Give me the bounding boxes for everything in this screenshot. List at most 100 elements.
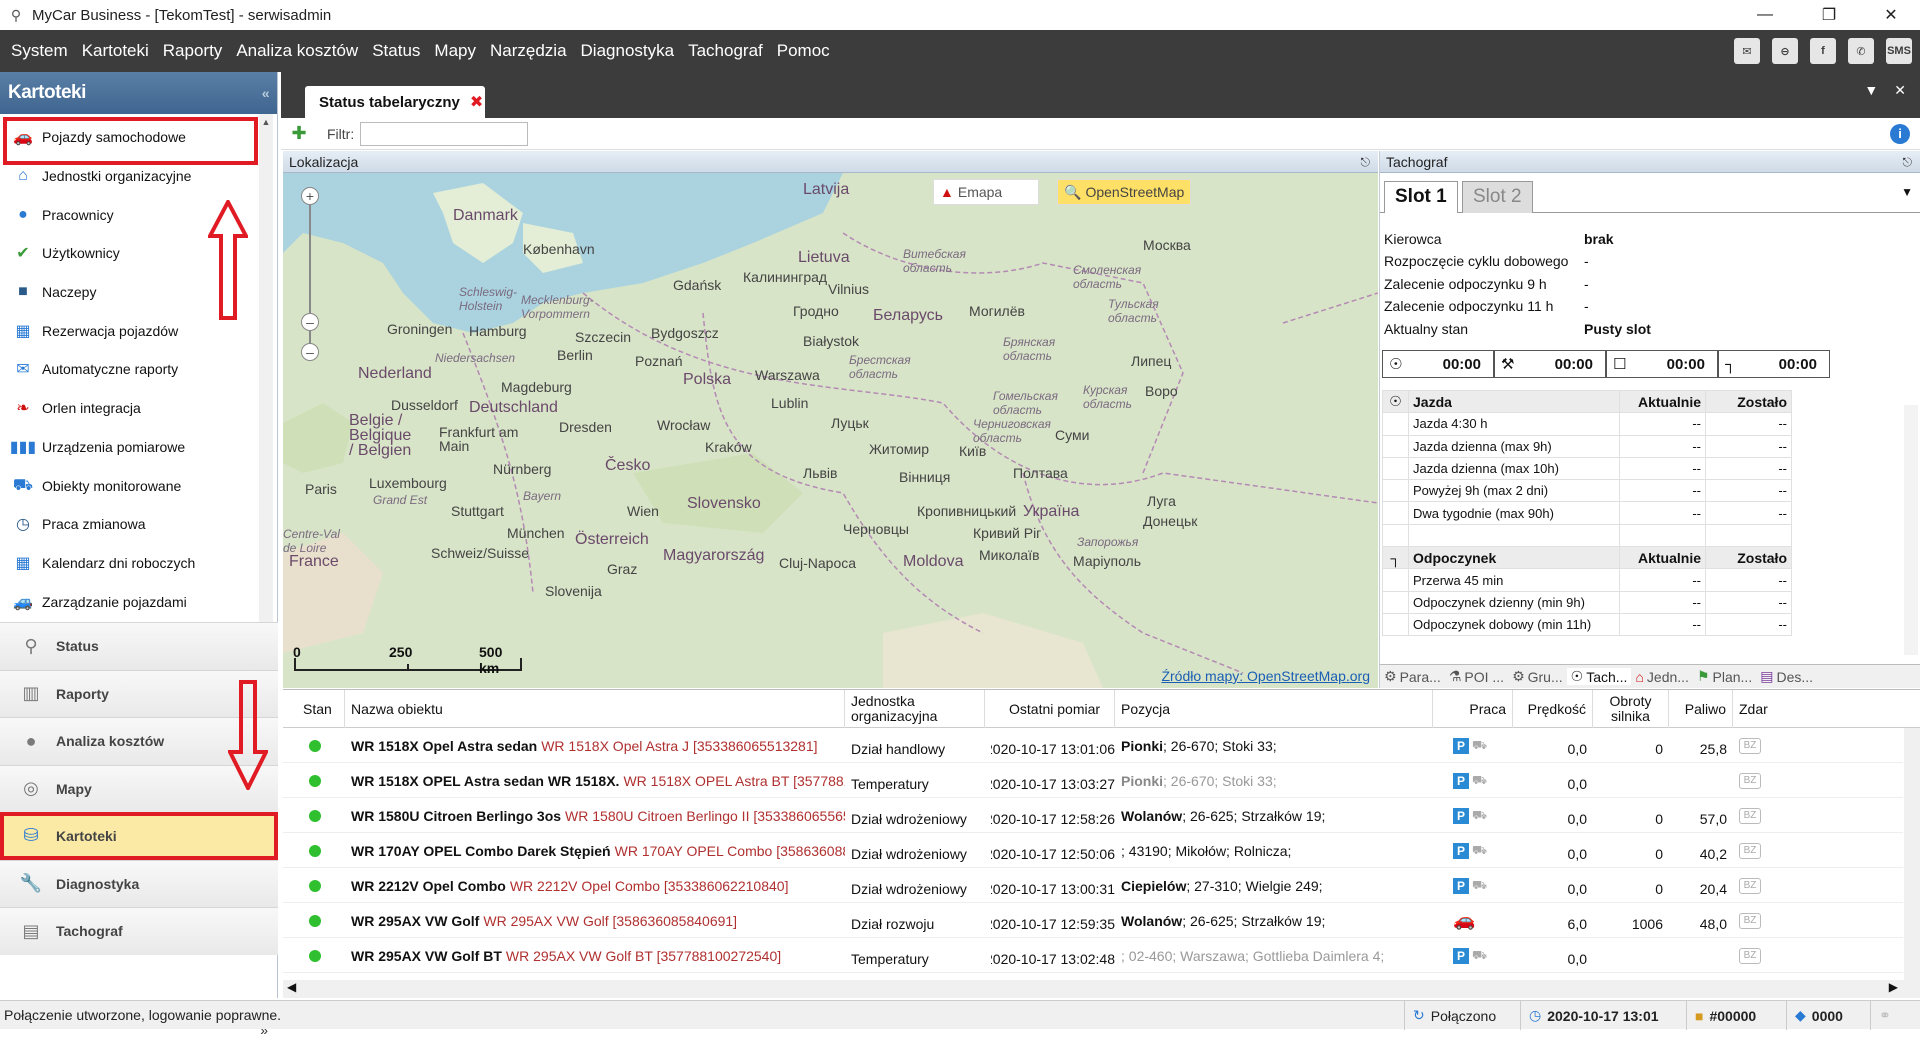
bz-badge[interactable]: BZ <box>1739 912 1761 929</box>
col-ostatni-pomiar[interactable]: Ostatni pomiar <box>985 690 1115 728</box>
unit-cell: Temperatury <box>851 950 929 967</box>
menu-diagnostyka[interactable]: Diagnostyka <box>574 30 682 72</box>
sms-icon[interactable]: SMS <box>1886 38 1912 64</box>
mail-warning-icon[interactable]: ✉ <box>1734 38 1760 64</box>
col-paliwo[interactable]: Paliwo <box>1669 690 1733 728</box>
nav-kartoteki[interactable]: ⛁ Kartoteki <box>0 812 278 860</box>
col-nazwa[interactable]: Nazwa obiektu <box>345 690 845 728</box>
bz-badge[interactable]: BZ <box>1739 807 1761 824</box>
zoom-out-button[interactable]: – <box>301 343 319 361</box>
col-jednostka[interactable]: Jednostka organizacyjna <box>845 690 985 728</box>
collapse-panel-icon[interactable]: « <box>262 72 270 114</box>
minimize-button[interactable]: — <box>1736 0 1794 30</box>
col-praca[interactable]: Praca <box>1433 690 1513 728</box>
menu-tachograf[interactable]: Tachograf <box>681 30 770 72</box>
tree-scrollbar[interactable]: ▲ ▼ <box>259 114 273 652</box>
map-label: Брестская область <box>849 353 911 381</box>
tab-description[interactable]: ▤ Des... <box>1756 668 1817 685</box>
tab-status-tabelaryczny[interactable]: Status tabelaryczny ✖ <box>305 86 485 118</box>
zoom-in-button[interactable]: + <box>301 187 319 205</box>
table-row[interactable]: WR 1580U Citroen Berlingo 3os WR 1580U Ci… <box>283 798 1903 833</box>
col-pozycja[interactable]: Pozycja <box>1115 690 1433 728</box>
bz-badge[interactable]: BZ <box>1739 947 1761 964</box>
table-header: Odpoczynek <box>1408 546 1620 570</box>
minus-circle-icon[interactable]: ⊖ <box>1772 38 1798 64</box>
menu-mapy[interactable]: Mapy <box>427 30 483 72</box>
filter-input[interactable] <box>360 121 529 146</box>
menu-kartoteki[interactable]: Kartoteki <box>75 30 156 72</box>
scroll-left-icon[interactable]: ◀ <box>287 980 296 994</box>
map-view[interactable]: Latvija Danmark København Lietuva Москва… <box>283 173 1378 688</box>
tab-slot-2[interactable]: Slot 2 <box>1462 181 1533 213</box>
nav-status[interactable]: ⚲ Status <box>0 622 278 670</box>
nav-tachograf[interactable]: ▤ Tachograf <box>0 907 278 955</box>
scroll-right-icon[interactable]: ▶ <box>1889 980 1898 994</box>
tab-groups[interactable]: ⚙ Gru... <box>1508 668 1567 685</box>
tab-poi[interactable]: ⚗ POI ... <box>1445 668 1508 685</box>
close-tab-icon[interactable]: ✖ <box>470 92 483 112</box>
tab-plan[interactable]: ⚑ Plan... <box>1693 668 1756 685</box>
grid-horizontal-scrollbar[interactable]: ◀ ▶ <box>283 980 1920 998</box>
tab-units[interactable]: ⌂ Jedn... <box>1631 669 1693 685</box>
zoom-control[interactable]: + – – <box>301 187 321 361</box>
zoom-handle[interactable]: – <box>301 313 319 331</box>
tab-tachograph[interactable]: ☉ Tach... <box>1566 668 1632 685</box>
table-row[interactable]: WR 170AY OPEL Combo Darek Stępień WR 170A… <box>283 833 1903 868</box>
tree-item-raporty[interactable]: ✉ Automatyczne raporty <box>0 350 277 389</box>
tree-item-orlen[interactable]: ❧ Orlen integracja <box>0 389 277 428</box>
grid-vertical-scrollbar[interactable] <box>1904 728 1920 980</box>
fuel-cell: 48,0 <box>1699 915 1727 932</box>
tab-slot-1[interactable]: Slot 1 <box>1384 181 1458 213</box>
col-predkosc[interactable]: Prędkość <box>1513 690 1593 728</box>
maximize-button[interactable]: ❐ <box>1800 0 1858 30</box>
facebook-icon[interactable]: f <box>1810 38 1836 64</box>
menu-narzedzia[interactable]: Narzędzia <box>483 30 574 72</box>
tab-dropdown-icon[interactable]: ▼ <box>1864 82 1878 99</box>
map-label: Витебская область <box>903 247 966 275</box>
tree-item-urzadzenia[interactable]: ▮▮▮ Urządzenia pomiarowe <box>0 428 277 467</box>
slot-dropdown-icon[interactable]: ▼ <box>1901 185 1913 199</box>
nav-diagnostyka[interactable]: 🔧 Diagnostyka <box>0 859 278 907</box>
tree-item-praca-zmianowa[interactable]: ◷ Praca zmianowa <box>0 505 277 544</box>
table-row[interactable]: WR 295AX VW Golf WR 295AX VW Golf [358636… <box>283 903 1903 938</box>
col-zdarzenia[interactable]: Zdar <box>1733 690 1768 728</box>
bz-badge[interactable]: BZ <box>1739 772 1761 789</box>
map-label: Schleswig-Holstein <box>459 285 518 313</box>
scroll-up-icon[interactable]: ▲ <box>259 114 273 130</box>
tab-close-all-icon[interactable]: ✕ <box>1894 82 1906 99</box>
openstreetmap-button[interactable]: 🔍 OpenStreetMap <box>1057 179 1192 205</box>
table-row[interactable]: WR 1518X Opel Astra sedan WR 1518X Opel A… <box>283 728 1903 763</box>
menu-pomoc[interactable]: Pomoc <box>770 30 837 72</box>
zoom-slider-track[interactable] <box>309 205 311 355</box>
time-cell: 2020-10-17 13:03:27 <box>991 775 1115 792</box>
pin-icon[interactable]: ⎋ <box>1903 151 1913 173</box>
tachograph-scrollbar[interactable] <box>1904 405 1918 655</box>
phone-icon[interactable]: ✆ <box>1848 38 1874 64</box>
bz-badge[interactable]: BZ <box>1739 737 1761 754</box>
table-row[interactable]: WR 1518X OPEL Astra sedan WR 1518X. WR 15… <box>283 763 1903 798</box>
tab-parameters[interactable]: ⚙ Para... <box>1380 668 1445 685</box>
map-scale-bar: 0 250 500 km <box>293 644 523 676</box>
col-obroty[interactable]: Obroty silnika <box>1593 690 1669 728</box>
tree-item-obiekty[interactable]: ⛟ Obiekty monitorowane <box>0 466 277 505</box>
table-row[interactable]: WR 295AX VW Golf BT WR 295AX VW Golf BT [… <box>283 938 1903 973</box>
tree-item-zarzadzanie[interactable]: 🚙 Zarządzanie pojazdami <box>0 582 277 621</box>
add-object-icon[interactable]: ✚ <box>287 123 311 144</box>
col-stan[interactable]: Stan <box>283 690 345 728</box>
bz-badge[interactable]: BZ <box>1739 842 1761 859</box>
menu-status[interactable]: Status <box>365 30 427 72</box>
info-icon[interactable]: i <box>1890 124 1910 144</box>
menu-raporty[interactable]: Raporty <box>156 30 230 72</box>
row-label: Odpoczynek dzienny (min 9h) <box>1408 590 1620 614</box>
pin-icon[interactable]: ⎋ <box>1361 151 1371 173</box>
tree-item-kalendarz[interactable]: ▦ Kalendarz dni roboczych <box>0 544 277 583</box>
map-label: Калининград <box>743 269 828 285</box>
close-window-button[interactable]: ✕ <box>1862 0 1920 30</box>
menu-analiza-kosztow[interactable]: Analiza kosztów <box>229 30 365 72</box>
menu-system[interactable]: System <box>0 30 75 72</box>
bz-badge[interactable]: BZ <box>1739 877 1761 894</box>
table-row[interactable]: WR 2212V Opel Combo WR 2212V Opel Combo [… <box>283 868 1903 903</box>
map-source-link[interactable]: Źródło mapy: OpenStreetMap.org <box>1161 668 1370 684</box>
magnifier-icon: 🔍 <box>1064 183 1082 200</box>
emapa-button[interactable]: ▲ Emapa <box>933 179 1040 205</box>
